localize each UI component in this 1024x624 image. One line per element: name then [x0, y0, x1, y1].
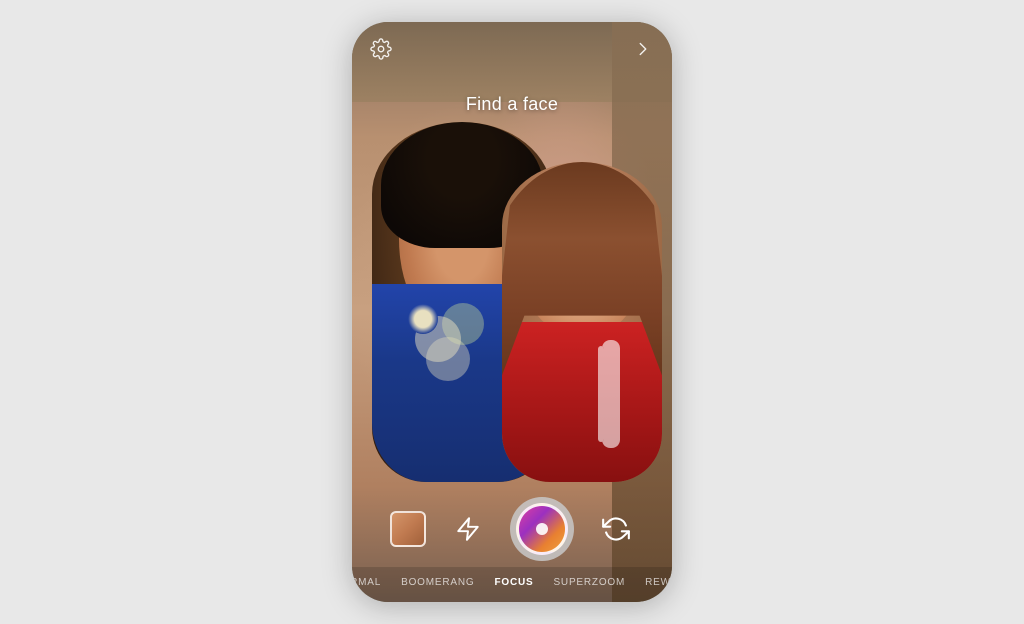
- camera-buttons-row: [352, 487, 672, 567]
- flip-icon: [602, 515, 630, 543]
- shutter-dot: [536, 523, 548, 535]
- person-right: [502, 162, 662, 482]
- flash-button[interactable]: [450, 511, 486, 547]
- top-controls: [352, 22, 672, 76]
- settings-button[interactable]: [370, 38, 392, 60]
- tab-focus[interactable]: FOCUS: [484, 573, 543, 592]
- tab-rewind[interactable]: REWIND: [635, 573, 672, 592]
- find-face-label: Find a face: [352, 94, 672, 115]
- flash-icon: [455, 516, 481, 542]
- phone-frame: Find a face: [352, 22, 672, 602]
- flip-camera-button[interactable]: [598, 511, 634, 547]
- forward-button[interactable]: [632, 38, 654, 60]
- mode-tabs: NORMAL BOOMERANG FOCUS SUPERZOOM REWIND: [352, 567, 672, 602]
- shutter-button[interactable]: [510, 497, 574, 561]
- tab-normal[interactable]: NORMAL: [352, 573, 391, 592]
- tab-boomerang[interactable]: BOOMERANG: [391, 573, 484, 592]
- shirt-right: [502, 322, 662, 482]
- gallery-thumbnail[interactable]: [390, 511, 426, 547]
- chevron-right-icon: [632, 38, 654, 60]
- gear-icon: [370, 38, 392, 60]
- shutter-inner: [516, 503, 568, 555]
- bottom-controls: NORMAL BOOMERANG FOCUS SUPERZOOM REWIND: [352, 487, 672, 602]
- camera-view: Find a face: [352, 22, 672, 602]
- tab-superzoom[interactable]: SUPERZOOM: [543, 573, 635, 592]
